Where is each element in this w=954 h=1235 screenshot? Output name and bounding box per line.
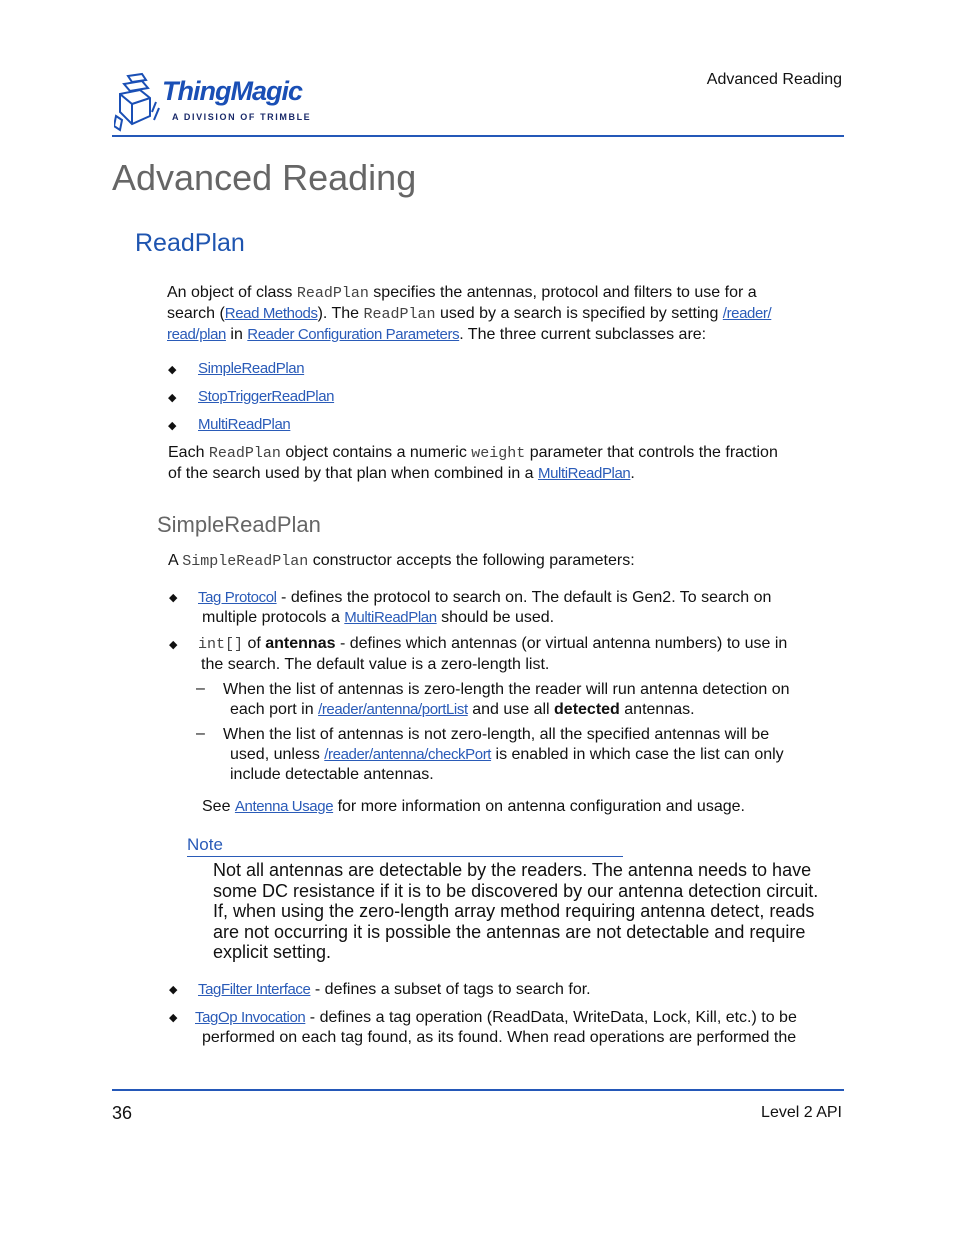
text: - defines a tag operation (ReadData, Wri… [305, 1009, 797, 1026]
code-readplan: ReadPlan [296, 285, 369, 302]
see-antenna-usage: See Antenna Usage for more information o… [202, 797, 745, 817]
text: - defines which antennas (or virtual ant… [335, 635, 788, 652]
text: . The three current subclasses are: [459, 326, 707, 343]
text: specifies the antennas, protocol and fil… [368, 284, 757, 301]
text: search ( [167, 305, 225, 322]
link-multireadplan[interactable]: MultiReadPlan [344, 609, 437, 626]
code-readplan: ReadPlan [363, 306, 436, 323]
text: antennas. [619, 701, 695, 718]
page-number: 36 [112, 1103, 133, 1123]
text: each port in [230, 701, 319, 718]
link-stoptriggerreadplan[interactable]: StopTriggerReadPlan [198, 388, 335, 405]
text: of [243, 635, 266, 652]
text: parameter that controls the fraction [525, 444, 778, 461]
text: is enabled in which case the list can on… [491, 746, 784, 763]
link-reader-config-params[interactable]: Reader Configuration Parameters [247, 326, 459, 343]
weight-paragraph: Each ReadPlan object contains a numeric … [168, 443, 848, 484]
link-multireadplan[interactable]: MultiReadPlan [198, 416, 291, 433]
link-read-methods[interactable]: Read Methods [225, 305, 318, 322]
note-rule [187, 856, 623, 857]
text: in [225, 326, 248, 343]
code-int-array: int[] [198, 636, 244, 653]
text: the search. The default value is a zero-… [201, 656, 550, 673]
code-readplan: ReadPlan [208, 445, 281, 462]
code-weight: weight [471, 445, 526, 462]
link-antenna-usage[interactable]: Antenna Usage [235, 798, 334, 815]
text: A [168, 552, 183, 569]
code-simplereadplan: SimpleReadPlan [182, 553, 309, 570]
diamond-bullet-icon: ◆ [169, 639, 178, 651]
diamond-bullet-icon: ◆ [169, 1012, 178, 1024]
simplereadplan-intro: A SimpleReadPlan constructor accepts the… [168, 551, 635, 572]
text: object contains a numeric [280, 444, 472, 461]
text: include detectable antennas. [230, 766, 434, 783]
link-tagfilter-interface[interactable]: TagFilter Interface [198, 981, 311, 998]
text: for more information on antenna configur… [333, 798, 745, 815]
section-heading: ReadPlan [135, 229, 245, 257]
header-rule [112, 135, 844, 137]
dash-bullet: – [196, 725, 205, 742]
diamond-bullet-icon: ◆ [168, 364, 177, 376]
thingmagic-logo: ThingMagic A DIVISION OF TRIMBLE [114, 72, 314, 132]
link-checkport[interactable]: /reader/antenna/checkPort [324, 746, 491, 763]
logo-tagline: A DIVISION OF TRIMBLE [172, 112, 312, 122]
text: multiple protocols a [202, 609, 345, 626]
text: and use all [467, 701, 555, 718]
text: When the list of antennas is not zero-le… [223, 726, 770, 743]
bold-antennas: antennas [265, 635, 336, 652]
link-reader-read-plan[interactable]: /reader/ [723, 305, 772, 322]
diamond-bullet-icon: ◆ [168, 392, 177, 404]
bold-detected: detected [554, 701, 620, 718]
text: used by a search is specified by setting [435, 305, 723, 322]
text: should be used. [436, 609, 555, 626]
text: used, unless [230, 746, 325, 763]
text: - defines a subset of tags to search for… [310, 981, 591, 998]
link-tag-protocol[interactable]: Tag Protocol [198, 589, 277, 606]
page-title: Advanced Reading [112, 157, 417, 198]
link-reader-read-plan-cont[interactable]: read/plan [167, 326, 226, 343]
diamond-bullet-icon: ◆ [169, 984, 178, 996]
note-label: Note [187, 835, 223, 854]
link-multireadplan[interactable]: MultiReadPlan [538, 465, 631, 482]
note-line: Not all antennas are detectable by the r… [213, 860, 812, 880]
note-line: some DC resistance if it is to be discov… [213, 880, 819, 901]
diamond-bullet-icon: ◆ [169, 592, 178, 604]
link-simplereadplan[interactable]: SimpleReadPlan [198, 360, 305, 377]
note-line: are not occurring it is possible the ant… [213, 921, 806, 942]
link-portlist[interactable]: /reader/antenna/portList [318, 701, 468, 718]
text: See [202, 798, 235, 815]
subsection-heading: SimpleReadPlan [157, 512, 321, 537]
text: ). The [317, 305, 364, 322]
dash-bullet: – [196, 680, 205, 697]
readplan-intro: An object of class ReadPlan specifies th… [167, 283, 847, 345]
note-line: If, when using the zero-length array met… [213, 901, 815, 921]
footer-section: Level 2 API [761, 1104, 842, 1121]
text: of the search used by that plan when com… [168, 465, 539, 482]
logo-brand: ThingMagic [162, 76, 303, 106]
diamond-bullet-icon: ◆ [168, 420, 177, 432]
text: Each [168, 444, 209, 461]
running-title: Advanced Reading [706, 71, 842, 88]
text: An object of class [167, 284, 297, 301]
link-tagop-invocation[interactable]: TagOp Invocation [195, 1009, 306, 1026]
note-line: explicit setting. [213, 942, 332, 962]
note-body: Not all antennas are detectable by the r… [213, 860, 843, 963]
text: . [630, 465, 635, 482]
stacked-cube-logo-icon [114, 72, 160, 132]
footer-rule [112, 1089, 844, 1091]
text: constructor accepts the following parame… [308, 552, 635, 569]
text: - defines the protocol to search on. The… [276, 589, 772, 606]
text: performed on each tag found, as its foun… [202, 1029, 797, 1046]
text: When the list of antennas is zero-length… [223, 681, 790, 698]
